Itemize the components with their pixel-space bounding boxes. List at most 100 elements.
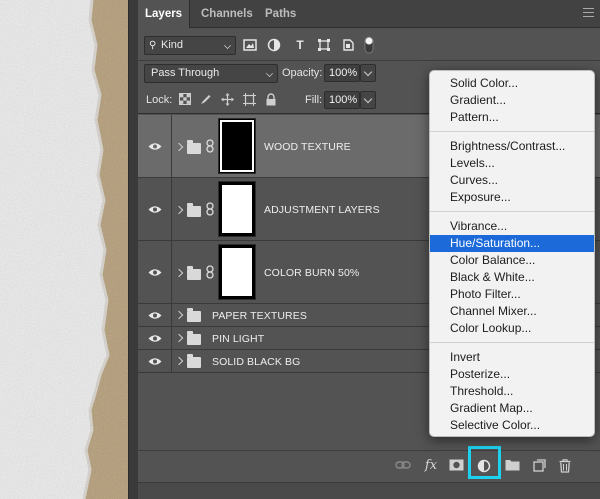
tab-layers[interactable]: Layers	[138, 0, 191, 28]
lock-image-pixels-icon[interactable]	[199, 93, 213, 107]
adjustment-button-highlight	[468, 446, 501, 479]
menu-item-color-lookup[interactable]: Color Lookup...	[430, 320, 594, 337]
new-layer-icon[interactable]	[531, 459, 547, 473]
chevron-right-icon[interactable]	[174, 310, 184, 320]
canvas-scrollbar[interactable]	[128, 0, 138, 499]
eye-icon[interactable]	[148, 142, 162, 151]
panel-menu-icon[interactable]	[583, 8, 594, 17]
chevron-right-icon[interactable]	[174, 205, 184, 215]
fx-icon[interactable]: fx	[423, 459, 439, 473]
link-icon[interactable]	[206, 202, 214, 216]
blend-mode-value: Pass Through	[151, 67, 220, 79]
opacity-dropdown-button[interactable]	[360, 64, 376, 82]
link-icon[interactable]	[206, 139, 214, 153]
filter-toggle-icon[interactable]	[364, 36, 374, 54]
eye-icon[interactable]	[148, 311, 162, 320]
smart-object-filter-icon[interactable]	[341, 38, 355, 52]
type-filter-icon[interactable]: T	[293, 38, 307, 52]
menu-item-color-balance[interactable]: Color Balance...	[430, 252, 594, 269]
panel-tab-bar: Layers Channels Paths	[138, 0, 600, 28]
menu-item-gradient[interactable]: Gradient...	[430, 92, 594, 109]
menu-item-selective-color[interactable]: Selective Color...	[430, 417, 594, 434]
menu-item-hue-saturation[interactable]: Hue/Saturation...	[430, 235, 594, 252]
visibility-cell[interactable]	[138, 327, 172, 349]
menu-item-exposure[interactable]: Exposure...	[430, 189, 594, 206]
folder-icon	[187, 308, 201, 322]
opacity-label: Opacity:	[282, 67, 323, 79]
menu-item-posterize[interactable]: Posterize...	[430, 366, 594, 383]
blend-mode-select[interactable]: Pass Through	[144, 64, 278, 83]
filter-kind-label: Kind	[161, 39, 184, 51]
chevron-down-icon	[363, 67, 373, 77]
search-icon: ⚲	[149, 40, 157, 51]
lock-all-icon[interactable]	[264, 93, 278, 107]
chevron-down-icon	[363, 94, 373, 104]
opacity-input[interactable]: 100%	[324, 64, 360, 82]
layers-bottom-toolbar: fx	[138, 450, 600, 481]
visibility-cell[interactable]	[138, 350, 172, 372]
eye-icon[interactable]	[148, 205, 162, 214]
layer-name[interactable]: WOOD TEXTURE	[264, 141, 351, 153]
menu-separator	[430, 342, 594, 343]
prevent-nesting-icon[interactable]	[242, 93, 256, 107]
menu-item-pattern[interactable]: Pattern...	[430, 109, 594, 126]
new-group-icon[interactable]	[504, 459, 520, 473]
trash-icon[interactable]	[557, 459, 573, 473]
eye-icon[interactable]	[148, 357, 162, 366]
fill-input[interactable]: 100%	[324, 91, 360, 109]
menu-item-vibrance[interactable]: Vibrance...	[430, 218, 594, 235]
filter-kind-select[interactable]: ⚲ Kind	[144, 36, 236, 55]
tab-channels[interactable]: Channels	[194, 0, 260, 28]
chevron-down-icon	[266, 70, 273, 77]
menu-item-threshold[interactable]: Threshold...	[430, 383, 594, 400]
menu-item-gradient-map[interactable]: Gradient Map...	[430, 400, 594, 417]
layer-name[interactable]: PIN LIGHT	[212, 333, 264, 345]
layer-name[interactable]: PAPER TEXTURES	[212, 310, 307, 322]
document-canvas[interactable]	[0, 0, 128, 499]
visibility-cell[interactable]	[138, 304, 172, 326]
panel-footer	[138, 482, 600, 499]
menu-item-levels[interactable]: Levels...	[430, 155, 594, 172]
eye-icon[interactable]	[148, 334, 162, 343]
image-filter-icon[interactable]	[243, 38, 257, 52]
chevron-down-icon	[224, 42, 231, 49]
layer-mask-thumbnail[interactable]	[218, 181, 256, 237]
chevron-right-icon[interactable]	[174, 356, 184, 366]
menu-item-channel-mixer[interactable]: Channel Mixer...	[430, 303, 594, 320]
lock-position-icon[interactable]	[220, 93, 234, 107]
eye-icon[interactable]	[148, 268, 162, 277]
fill-dropdown-button[interactable]	[360, 91, 376, 109]
visibility-cell[interactable]	[138, 241, 172, 303]
adjustment-filter-icon[interactable]	[267, 38, 281, 52]
menu-item-brightness-contrast[interactable]: Brightness/Contrast...	[430, 138, 594, 155]
folder-icon	[187, 331, 201, 345]
shape-filter-icon[interactable]	[317, 38, 331, 52]
layer-mask-thumbnail[interactable]	[218, 118, 256, 174]
link-layers-icon[interactable]	[395, 459, 411, 473]
menu-item-solid-color[interactable]: Solid Color...	[430, 75, 594, 92]
layer-name[interactable]: ADJUSTMENT LAYERS	[264, 204, 380, 216]
tab-paths[interactable]: Paths	[258, 0, 303, 28]
folder-icon	[187, 140, 201, 154]
visibility-cell[interactable]	[138, 178, 172, 240]
chevron-right-icon[interactable]	[174, 333, 184, 343]
menu-separator	[430, 211, 594, 212]
visibility-cell[interactable]	[138, 115, 172, 177]
menu-item-photo-filter[interactable]: Photo Filter...	[430, 286, 594, 303]
layer-mask-thumbnail[interactable]	[218, 244, 256, 300]
folder-icon	[187, 354, 201, 368]
lock-transparent-pixels-icon[interactable]	[178, 93, 192, 107]
chevron-right-icon[interactable]	[174, 142, 184, 152]
layer-name[interactable]: COLOR BURN 50%	[264, 267, 359, 279]
menu-item-black-white[interactable]: Black & White...	[430, 269, 594, 286]
folder-icon	[187, 266, 201, 280]
link-icon[interactable]	[206, 265, 214, 279]
adjustment-layer-menu: Solid Color... Gradient... Pattern... Br…	[429, 70, 595, 437]
layer-name[interactable]: SOLID BLACK BG	[212, 356, 300, 368]
chevron-right-icon[interactable]	[174, 268, 184, 278]
menu-item-invert[interactable]: Invert	[430, 349, 594, 366]
add-mask-icon[interactable]	[448, 459, 464, 473]
folder-icon	[187, 203, 201, 217]
menu-item-curves[interactable]: Curves...	[430, 172, 594, 189]
lock-label: Lock:	[146, 94, 173, 106]
